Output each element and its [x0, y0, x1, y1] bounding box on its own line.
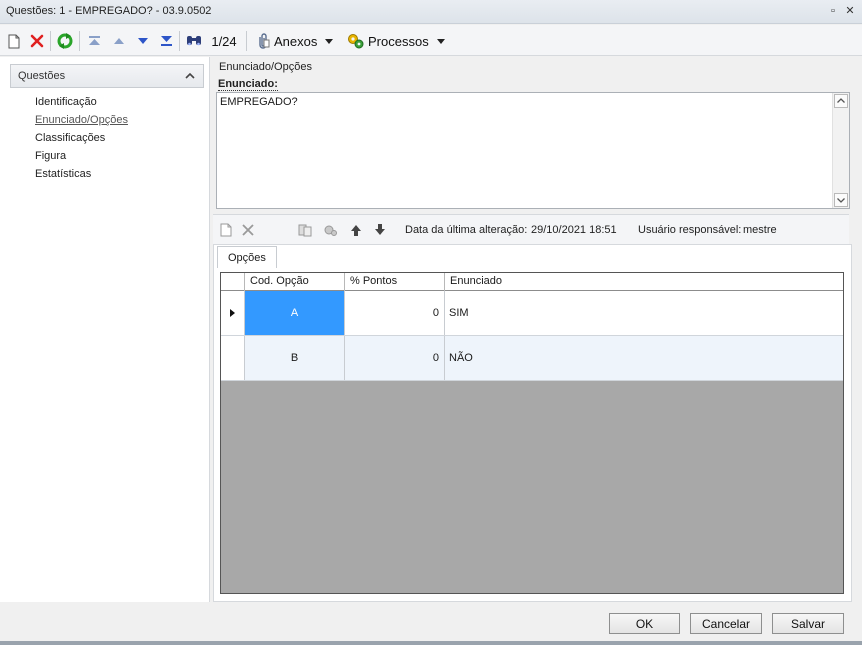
last-record-icon — [160, 36, 172, 46]
find-button[interactable] — [185, 31, 203, 51]
move-up-icon[interactable] — [349, 223, 363, 237]
toolbar-separator — [246, 31, 247, 51]
processes-label: Processos — [368, 33, 429, 49]
next-record-button[interactable] — [134, 31, 152, 51]
statement-textarea[interactable]: EMPREGADO? — [216, 92, 850, 209]
statement-label-text: Enunciado: — [218, 78, 278, 91]
options-tab-panel: Opções Cod. Opção % Pontos Enunciado A 0… — [213, 244, 852, 602]
new-option-icon[interactable] — [219, 223, 233, 237]
main-toolbar: 1/24 Anexos Processos — [0, 25, 862, 56]
first-record-icon — [88, 36, 100, 45]
previous-record-icon — [114, 38, 124, 44]
row-indicator — [221, 336, 245, 380]
statement-scrollbar[interactable] — [832, 93, 849, 208]
responsible-value: mestre — [743, 224, 777, 236]
chevron-up-icon — [837, 98, 845, 103]
sidebar-item-figura[interactable]: Figura — [35, 150, 66, 162]
table-row[interactable]: A 0 SIM — [221, 291, 843, 336]
first-record-button[interactable] — [85, 31, 103, 51]
main-content: Enunciado/Opções Enunciado: EMPREGADO? D… — [211, 57, 862, 602]
chevron-up-icon — [185, 72, 195, 79]
new-record-button[interactable] — [5, 31, 23, 51]
grid-header: Cod. Opção % Pontos Enunciado — [221, 273, 843, 291]
last-change-value: 29/10/2021 18:51 — [531, 224, 617, 236]
cell-code[interactable]: A — [245, 291, 345, 335]
paperclip-icon — [259, 33, 270, 49]
processes-dropdown[interactable]: Processos — [347, 31, 447, 51]
window-title: Questões: 1 - EMPREGADO? - 03.9.0502 — [6, 5, 212, 17]
find-icon — [187, 36, 201, 46]
statement-value: EMPREGADO? — [220, 96, 298, 108]
refresh-button[interactable] — [55, 31, 75, 51]
window-frame-bottom — [0, 641, 862, 645]
title-bar: Questões: 1 - EMPREGADO? - 03.9.0502 ▫ ✕ — [0, 0, 862, 24]
scroll-down-button[interactable] — [834, 193, 848, 207]
column-header-statement[interactable]: Enunciado — [445, 273, 843, 291]
column-header-points[interactable]: % Pontos — [345, 273, 445, 291]
copy-option-icon[interactable] — [298, 223, 312, 237]
processes-icon — [348, 34, 364, 49]
column-header-code[interactable]: Cod. Opção — [245, 273, 345, 291]
move-down-icon[interactable] — [373, 223, 387, 237]
table-row[interactable]: B 0 NÃO — [221, 336, 843, 381]
toolbar-separator — [50, 31, 51, 51]
close-window-button[interactable]: ✕ — [843, 4, 857, 18]
cancel-button[interactable]: Cancelar — [690, 613, 762, 634]
indicator-column-header — [221, 273, 245, 291]
toolbar-separator — [79, 31, 80, 51]
previous-record-button[interactable] — [110, 31, 128, 51]
sidebar-header-label: Questões — [18, 70, 66, 82]
attachments-dropdown[interactable]: Anexos — [256, 31, 340, 51]
last-change-label: Data da última alteração: — [405, 224, 528, 236]
restore-button[interactable]: ▫ — [826, 4, 840, 18]
tab-opcoes[interactable]: Opções — [217, 246, 277, 268]
group-title: Enunciado/Opções — [219, 61, 312, 73]
statement-label: Enunciado: — [218, 78, 278, 91]
sidebar-item-estatisticas[interactable]: Estatísticas — [35, 168, 91, 180]
dialog-button-bar: OK Cancelar Salvar — [0, 602, 862, 642]
attachments-label: Anexos — [274, 33, 318, 49]
settings-option-icon[interactable] — [323, 223, 337, 237]
cell-points[interactable]: 0 — [345, 336, 445, 380]
cell-statement[interactable]: NÃO — [445, 336, 843, 380]
sidebar-item-enunciado-opcoes[interactable]: Enunciado/Opções — [35, 114, 128, 126]
cell-points[interactable]: 0 — [345, 291, 445, 335]
tab-opcoes-label: Opções — [228, 252, 266, 264]
new-record-icon — [8, 34, 20, 48]
save-button[interactable]: Salvar — [772, 613, 844, 634]
delete-record-button[interactable] — [28, 31, 46, 51]
toolbar-separator — [179, 31, 180, 51]
options-grid: Cod. Opção % Pontos Enunciado A 0 SIM B … — [220, 272, 844, 594]
chevron-down-icon — [837, 198, 845, 203]
next-record-icon — [138, 38, 148, 44]
sidebar-item-identificacao[interactable]: Identificação — [35, 96, 97, 108]
sidebar-header[interactable]: Questões — [10, 64, 204, 88]
last-record-button[interactable] — [157, 31, 175, 51]
cell-statement[interactable]: SIM — [445, 291, 843, 335]
chevron-down-icon — [436, 38, 445, 44]
ok-button[interactable]: OK — [609, 613, 680, 634]
delete-icon — [30, 34, 44, 48]
scroll-up-button[interactable] — [834, 94, 848, 108]
current-row-icon — [230, 309, 235, 317]
options-toolbar: Data da última alteração: 29/10/2021 18:… — [213, 214, 849, 244]
responsible-label: Usuário responsável: — [638, 224, 742, 236]
refresh-icon — [57, 33, 73, 49]
row-indicator — [221, 291, 245, 335]
cell-code[interactable]: B — [245, 336, 345, 380]
sidebar-item-classificacoes[interactable]: Classificações — [35, 132, 105, 144]
delete-option-icon[interactable] — [241, 223, 255, 237]
record-position: 1/24 — [209, 31, 239, 51]
chevron-down-icon — [325, 38, 334, 44]
sidebar: Questões Identificação Enunciado/Opções … — [0, 57, 210, 640]
record-position-label: 1/24 — [211, 33, 237, 49]
